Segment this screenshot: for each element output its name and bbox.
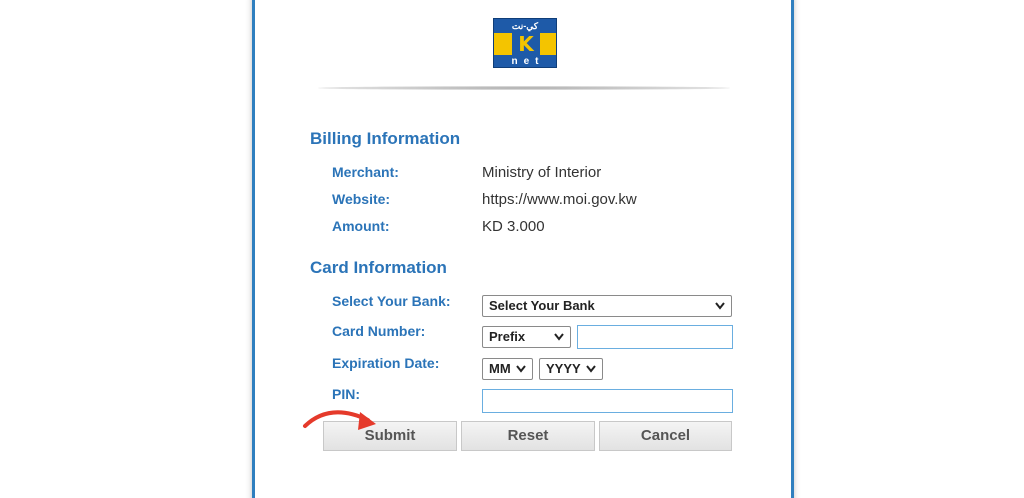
knet-logo: كي-نت K net — [493, 18, 557, 68]
pin-input[interactable] — [482, 389, 733, 413]
card-number-label: Card Number: — [332, 323, 426, 339]
chevron-down-icon — [516, 365, 526, 373]
logo-arabic-text: كي-نت — [494, 19, 556, 33]
reset-button[interactable]: Reset — [461, 421, 595, 451]
payment-page: كي-نت K net Billing Information Merchant… — [0, 0, 1024, 498]
billing-title: Billing Information — [310, 129, 461, 148]
merchant-value: Ministry of Interior — [482, 164, 602, 181]
amount-label: Amount: — [332, 218, 390, 234]
website-label: Website: — [332, 191, 391, 207]
chevron-down-icon — [554, 333, 564, 341]
expiry-month-select[interactable]: MM — [482, 358, 533, 380]
card-number-input[interactable] — [577, 325, 733, 349]
month-select-value: MM — [489, 361, 511, 376]
chevron-down-icon — [586, 365, 596, 373]
prefix-select-value: Prefix — [489, 329, 526, 344]
cancel-button[interactable]: Cancel — [599, 421, 732, 451]
expiry-year-select[interactable]: YYYY — [539, 358, 603, 380]
expiry-label: Expiration Date: — [332, 355, 440, 371]
bank-select-value: Select Your Bank — [489, 298, 595, 313]
curved-arrow-icon — [303, 410, 376, 430]
header-divider — [318, 86, 730, 90]
bank-label: Select Your Bank: — [332, 293, 451, 309]
chevron-down-icon — [715, 302, 725, 310]
amount-value: KD 3.000 — [482, 218, 545, 235]
bank-select[interactable]: Select Your Bank — [482, 295, 732, 317]
logo-net-text: net — [494, 55, 556, 67]
card-title: Card Information — [310, 258, 447, 277]
logo-letter: K — [512, 33, 540, 55]
year-select-value: YYYY — [546, 361, 581, 376]
website-value: https://www.moi.gov.kw — [482, 191, 637, 208]
merchant-label: Merchant: — [332, 164, 399, 180]
card-prefix-select[interactable]: Prefix — [482, 326, 571, 348]
